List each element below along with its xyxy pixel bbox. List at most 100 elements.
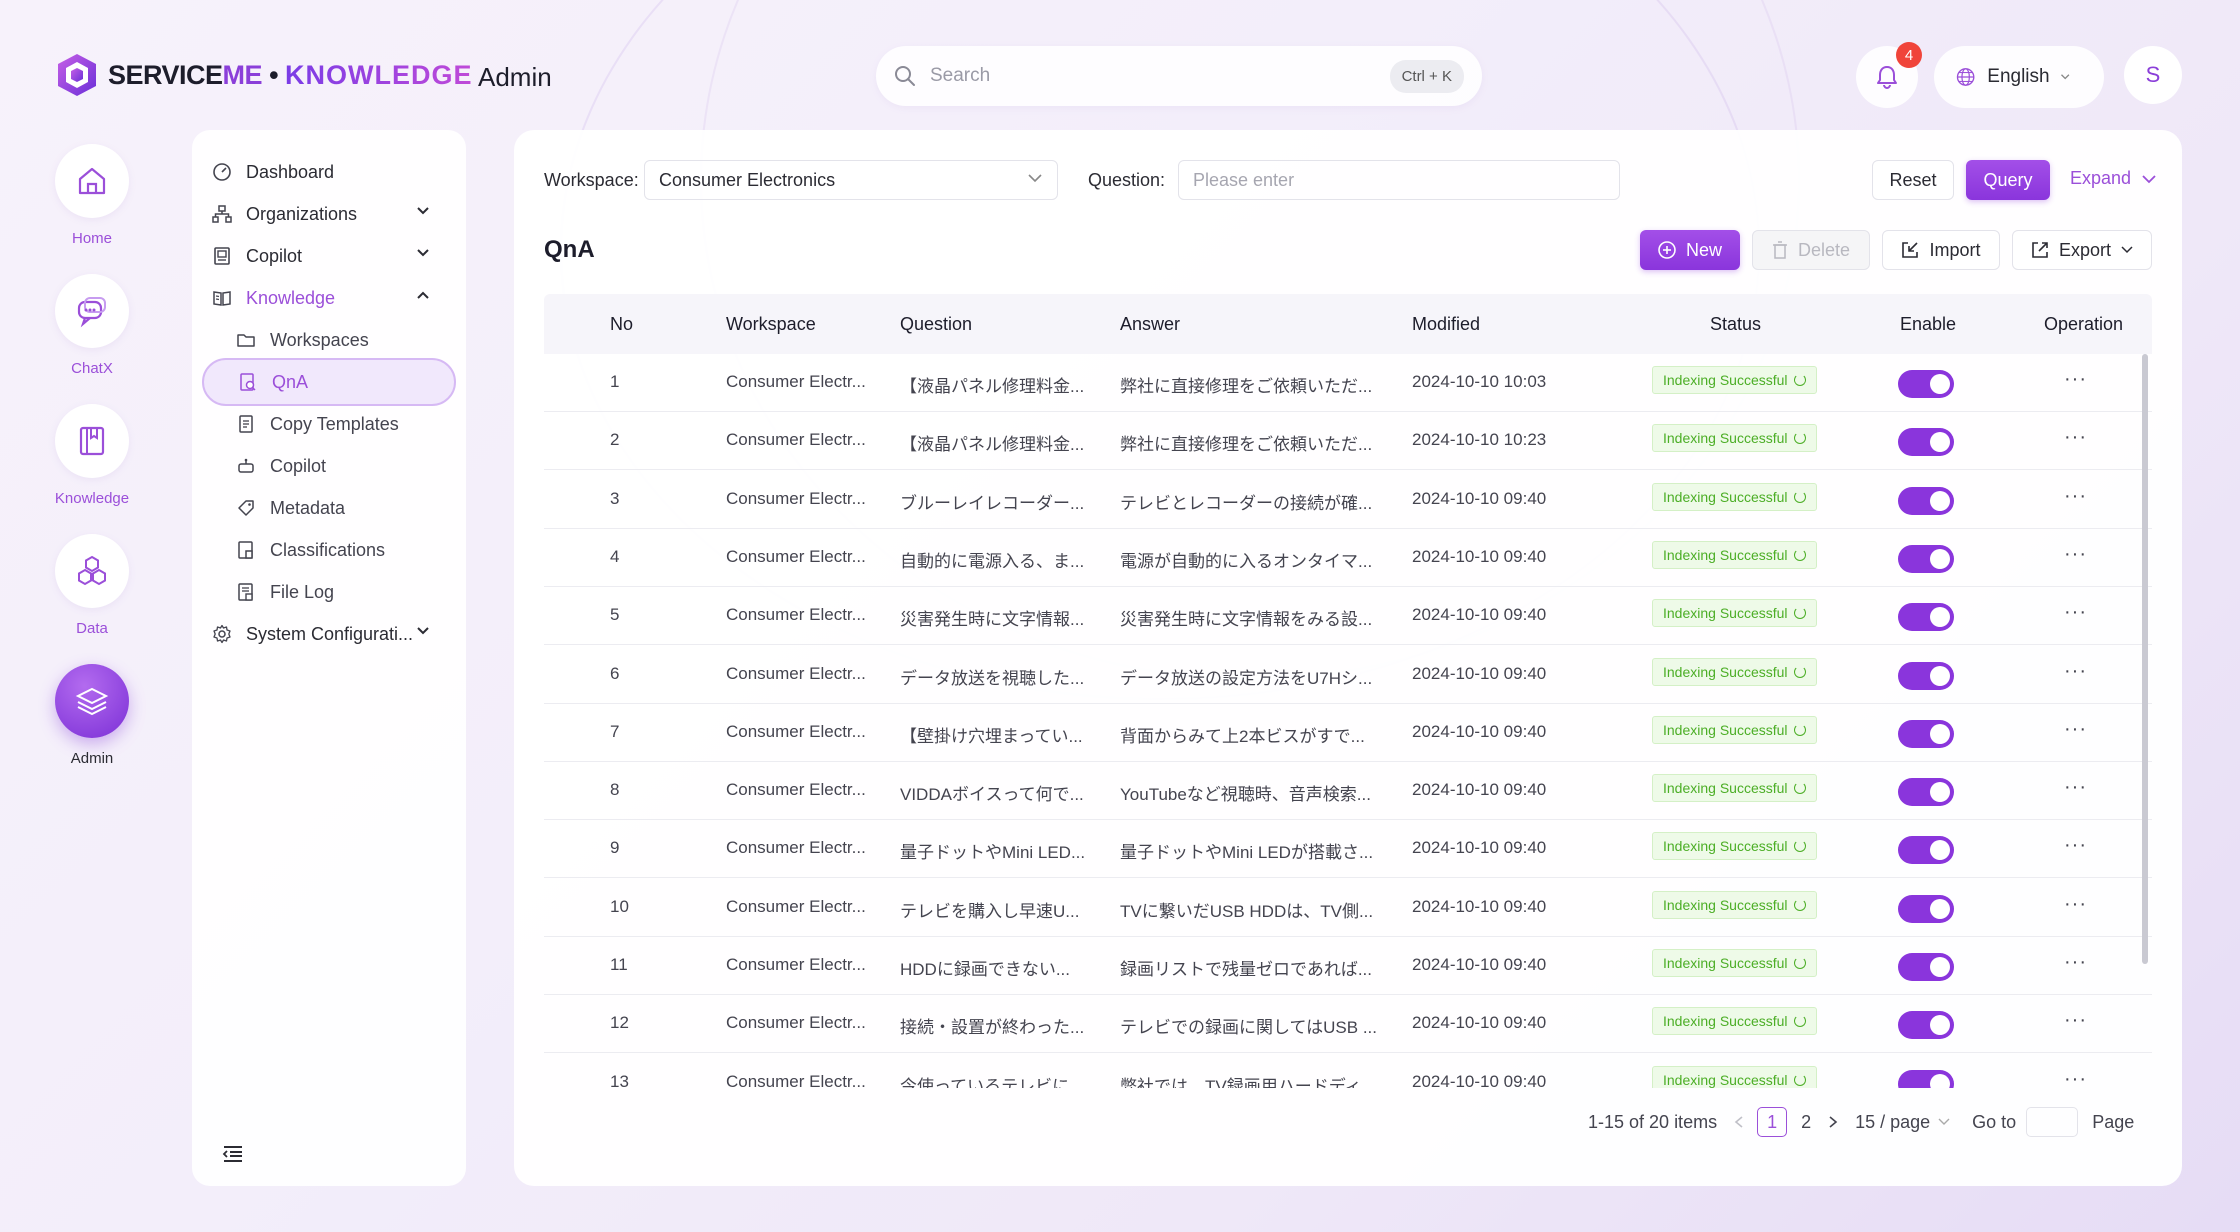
enable-toggle[interactable] [1898,894,1954,923]
rail-button[interactable] [55,404,129,478]
menu-item-organizations[interactable]: Organizations [202,190,456,238]
menu-item-classifications[interactable]: Classifications [202,526,456,574]
column-header-no[interactable]: No [610,314,633,335]
cell-question: 【液晶パネル修理料金... [900,435,1085,455]
menu-item-system-configuration[interactable]: System Configurati... [202,610,456,658]
table-row[interactable]: 5 Consumer Electr... 災害発生時に文字情報... 災害発生時に文字… [544,587,2152,646]
cell-modified: 2024-10-10 09:40 [1412,663,1547,683]
more-actions-icon[interactable]: ··· [2064,834,2087,857]
more-actions-icon[interactable]: ··· [2064,601,2087,624]
more-actions-icon[interactable]: ··· [2064,543,2087,566]
enable-toggle[interactable] [1898,544,1954,573]
more-actions-icon[interactable]: ··· [2064,951,2087,974]
more-actions-icon[interactable]: ··· [2064,426,2087,449]
enable-toggle[interactable] [1898,661,1954,690]
table-row[interactable]: 1 Consumer Electr... 【液晶パネル修理料金... 弊社に直接修理を… [544,354,2152,412]
rail-item-data[interactable]: Data [50,534,134,637]
column-header-answer[interactable]: Answer [1120,314,1180,335]
menu-item-copy-templates[interactable]: Copy Templates [202,400,456,448]
more-actions-icon[interactable]: ··· [2064,776,2087,799]
more-actions-icon[interactable]: ··· [2064,1009,2087,1032]
table-row[interactable]: 2 Consumer Electr... 【液晶パネル修理料金... 弊社に直接修理を… [544,412,2152,471]
table-scrollbar[interactable] [2142,354,2148,964]
enable-toggle[interactable] [1898,1069,1954,1088]
page-1-button[interactable]: 1 [1757,1107,1788,1137]
cell-no: 8 [610,780,620,800]
notifications-button[interactable]: 4 [1856,42,1922,108]
reset-button[interactable]: Reset [1872,160,1954,200]
prev-page-icon[interactable] [1733,1115,1745,1129]
query-button[interactable]: Query [1966,160,2050,200]
table-row[interactable]: 3 Consumer Electr... ブルーレイレコーダー... テレビとレコーダ… [544,471,2152,529]
menu-item-copilot[interactable]: Copilot [202,232,456,280]
more-actions-icon[interactable]: ··· [2064,660,2087,683]
chevron-down-icon [1028,174,1042,183]
cell-question: VIDDAボイスって何で... [900,785,1084,805]
new-button[interactable]: New [1640,230,1740,270]
shortcut-badge: Ctrl + K [1389,59,1464,93]
menu-item-qna[interactable]: QnA [202,358,456,406]
table-row[interactable]: 12 Consumer Electr... 接続・設置が終わった... テレビでの録画… [544,995,2152,1054]
table-row[interactable]: 6 Consumer Electr... データ放送を視聴した... データ放送の設定… [544,646,2152,704]
table-row[interactable]: 4 Consumer Electr... 自動的に電源入る、ま... 電源が自動的に入… [544,529,2152,587]
rail-button[interactable] [55,534,129,608]
rail-button[interactable] [55,144,129,218]
table-row[interactable]: 7 Consumer Electr... 【壁掛け穴埋まってい... 背面からみて上2… [544,704,2152,762]
more-actions-icon[interactable]: ··· [2064,718,2087,741]
menu-item-workspaces[interactable]: Workspaces [202,316,456,364]
import-button[interactable]: Import [1882,230,2000,270]
table-row[interactable]: 10 Consumer Electr... テレビを購入し早速U... TVに繋いだU… [544,879,2152,937]
table-row[interactable]: 13 Consumer Electr... 今使っているテレビに... 弊社では、TV… [544,1054,2152,1088]
table-row[interactable]: 11 Consumer Electr... HDDに録画できない... 録画リストで残… [544,937,2152,995]
enable-toggle[interactable] [1898,836,1954,865]
search-placeholder[interactable]: Search [930,65,1390,87]
menu-item-metadata[interactable]: Metadata [202,484,456,532]
page-size-select[interactable]: 15 / page [1855,1112,1950,1133]
next-page-icon[interactable] [1827,1115,1839,1129]
menu-item-file-log[interactable]: File Log [202,568,456,616]
column-header-enable[interactable]: Enable [1900,314,1956,335]
more-actions-icon[interactable]: ··· [2064,368,2087,391]
rail-item-home[interactable]: Home [50,144,134,247]
column-header-operation[interactable]: Operation [2044,314,2123,335]
menu-item-knowledge[interactable]: Knowledge [202,274,456,322]
enable-toggle[interactable] [1898,1011,1954,1040]
question-input[interactable]: Please enter [1178,160,1620,200]
enable-toggle[interactable] [1898,486,1954,515]
enable-toggle[interactable] [1898,428,1954,457]
collapse-menu-icon[interactable] [222,1144,244,1164]
more-actions-icon[interactable]: ··· [2064,485,2087,508]
column-header-workspace[interactable]: Workspace [726,314,816,335]
language-selector[interactable]: English [1934,46,2104,108]
rail-button[interactable] [55,274,129,348]
rail-item-chatx[interactable]: ChatX [50,274,134,377]
table-row[interactable]: 9 Consumer Electr... 量子ドットやMini LED... 量子ドッ… [544,820,2152,879]
brand-logo[interactable]: SERVICEME • KNOWLEDGE [56,52,473,98]
enable-toggle[interactable] [1898,370,1954,398]
rail-button[interactable] [55,664,129,738]
user-avatar[interactable]: S [2124,46,2182,104]
enable-toggle[interactable] [1898,953,1954,981]
more-actions-icon[interactable]: ··· [2064,1068,2087,1088]
column-header-modified[interactable]: Modified [1412,314,1480,335]
expand-button[interactable]: Expand [2070,168,2157,189]
more-actions-icon[interactable]: ··· [2064,893,2087,916]
rail-item-knowledge[interactable]: Knowledge [50,404,134,507]
column-header-status[interactable]: Status [1710,314,1761,335]
enable-toggle[interactable] [1898,778,1954,807]
rail-item-admin[interactable]: Admin [50,664,134,767]
qna-icon [238,372,258,392]
workspace-select[interactable]: Consumer Electronics [644,160,1058,200]
goto-page-input[interactable] [2026,1107,2079,1137]
page-2-button[interactable]: 2 [1801,1112,1811,1133]
column-header-question[interactable]: Question [900,314,972,335]
enable-toggle[interactable] [1898,719,1954,748]
search-bar[interactable]: Search Ctrl + K [876,46,1482,106]
menu-item-dashboard[interactable]: Dashboard [202,148,456,196]
menu-item-copilot-sub[interactable]: Copilot [202,442,456,490]
table-row[interactable]: 8 Consumer Electr... VIDDAボイスって何で... YouTub… [544,762,2152,821]
enable-toggle[interactable] [1898,603,1954,632]
delete-button[interactable]: Delete [1752,230,1870,270]
export-button[interactable]: Export [2012,230,2152,270]
cell-workspace: Consumer Electr... [726,546,866,566]
